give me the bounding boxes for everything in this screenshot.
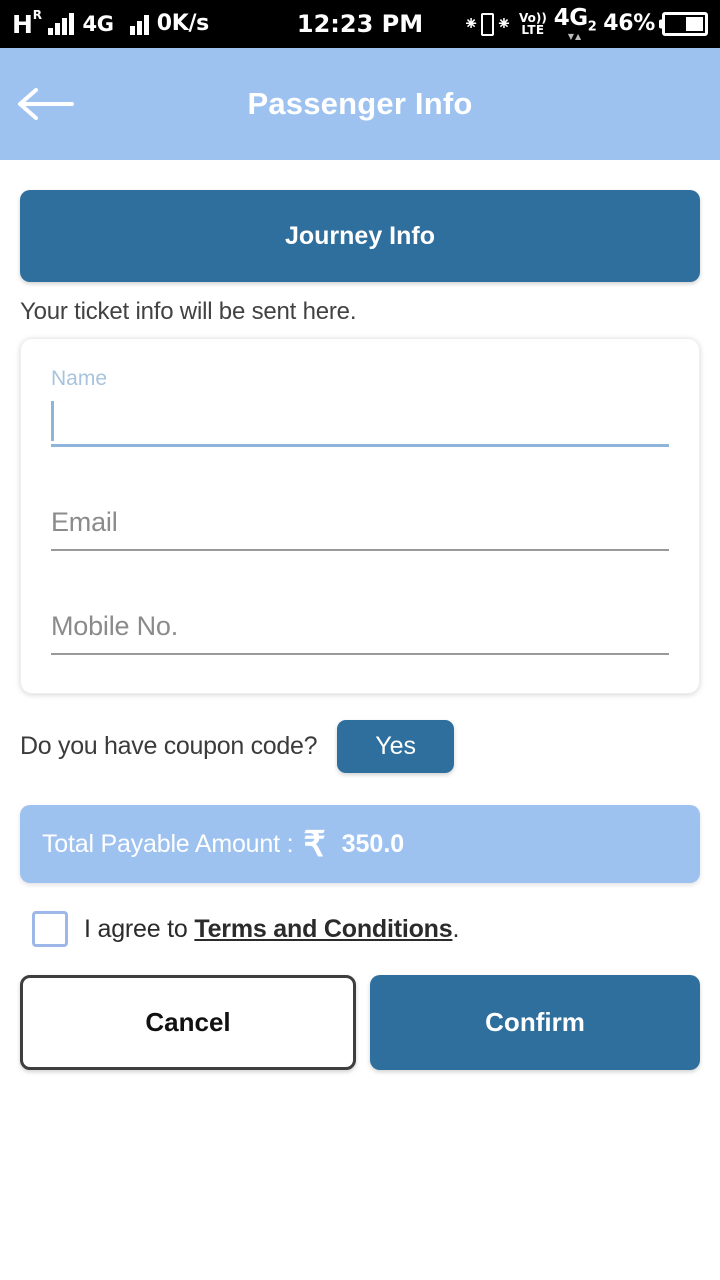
battery-icon xyxy=(662,12,708,36)
sim2-network-icon: 4G2 ▼▲ xyxy=(553,5,597,41)
name-field-group[interactable]: Name xyxy=(51,363,669,447)
action-row: Cancel Confirm xyxy=(20,975,700,1070)
page-content: Journey Info Your ticket info will be se… xyxy=(0,190,720,1070)
cancel-button[interactable]: Cancel xyxy=(20,975,356,1070)
signal-bars-sim2-icon xyxy=(129,13,149,35)
network-letter-text: H xyxy=(12,9,33,39)
terms-prefix: I agree to xyxy=(84,914,195,943)
sim2-network-label: 4G xyxy=(553,5,588,32)
terms-label: I agree to Terms and Conditions. xyxy=(84,915,459,944)
status-bar: HR 4G 0K/s 12:23 PM ⁕ ⁕ Vo)) LTE 4G2 ▼▲ 4… xyxy=(0,0,720,48)
rupee-icon: ₹ xyxy=(303,824,326,864)
status-bar-right: ⁕ ⁕ Vo)) LTE 4G2 ▼▲ 46% xyxy=(463,7,708,41)
passenger-form-card: Name Email Mobile No. xyxy=(20,338,700,694)
field-spacer xyxy=(51,561,669,599)
status-bar-left: HR 4G 0K/s xyxy=(12,9,210,39)
page-title: Passenger Info xyxy=(247,86,473,121)
name-input[interactable] xyxy=(51,397,669,447)
network-type-label: 4G xyxy=(82,11,114,36)
coupon-question-label: Do you have coupon code? xyxy=(20,732,318,760)
ticket-info-note: Your ticket info will be sent here. xyxy=(20,298,357,325)
roaming-badge: R xyxy=(32,7,42,22)
terms-suffix: . xyxy=(452,914,460,943)
email-input[interactable]: Email xyxy=(51,495,669,551)
total-payable-amount-bar: Total Payable Amount : ₹ 350.0 xyxy=(20,805,700,883)
journey-info-button[interactable]: Journey Info xyxy=(20,190,700,282)
email-field-placeholder: Email xyxy=(51,506,118,537)
sim2-index-label: 2 xyxy=(587,19,597,35)
total-payable-amount-label: Total Payable Amount : xyxy=(42,829,294,858)
app-bar: Passenger Info xyxy=(0,48,720,160)
volte-icon: Vo)) LTE xyxy=(519,12,547,36)
text-cursor xyxy=(51,400,54,441)
terms-row: I agree to Terms and Conditions. xyxy=(20,911,700,947)
back-button[interactable] xyxy=(0,48,92,160)
terms-and-conditions-link[interactable]: Terms and Conditions xyxy=(194,915,452,943)
battery-percent-label: 46% xyxy=(603,11,655,36)
network-letter: HR xyxy=(12,9,42,39)
confirm-button[interactable]: Confirm xyxy=(370,975,700,1070)
mobile-input[interactable]: Mobile No. xyxy=(51,599,669,655)
volte-bottom-label: LTE xyxy=(521,23,545,37)
coupon-yes-button[interactable]: Yes xyxy=(337,720,454,773)
signal-bars-sim1-icon xyxy=(48,13,75,35)
terms-checkbox[interactable] xyxy=(32,911,68,947)
app-screen: HR 4G 0K/s 12:23 PM ⁕ ⁕ Vo)) LTE 4G2 ▼▲ 4… xyxy=(0,0,720,1280)
coupon-row: Do you have coupon code? Yes xyxy=(20,720,700,773)
email-field-group[interactable]: Email xyxy=(51,495,669,551)
data-arrows-icon: ▼▲ xyxy=(567,31,583,41)
data-speed-label: 0K/s xyxy=(156,11,210,36)
name-field-label: Name xyxy=(51,367,108,390)
total-payable-amount-value: 350.0 xyxy=(341,829,405,858)
arrow-left-icon xyxy=(18,88,74,120)
mobile-field-placeholder: Mobile No. xyxy=(51,610,179,641)
vibrate-icon: ⁕ ⁕ xyxy=(463,12,512,36)
mobile-field-group[interactable]: Mobile No. xyxy=(51,599,669,655)
field-spacer xyxy=(51,457,669,495)
